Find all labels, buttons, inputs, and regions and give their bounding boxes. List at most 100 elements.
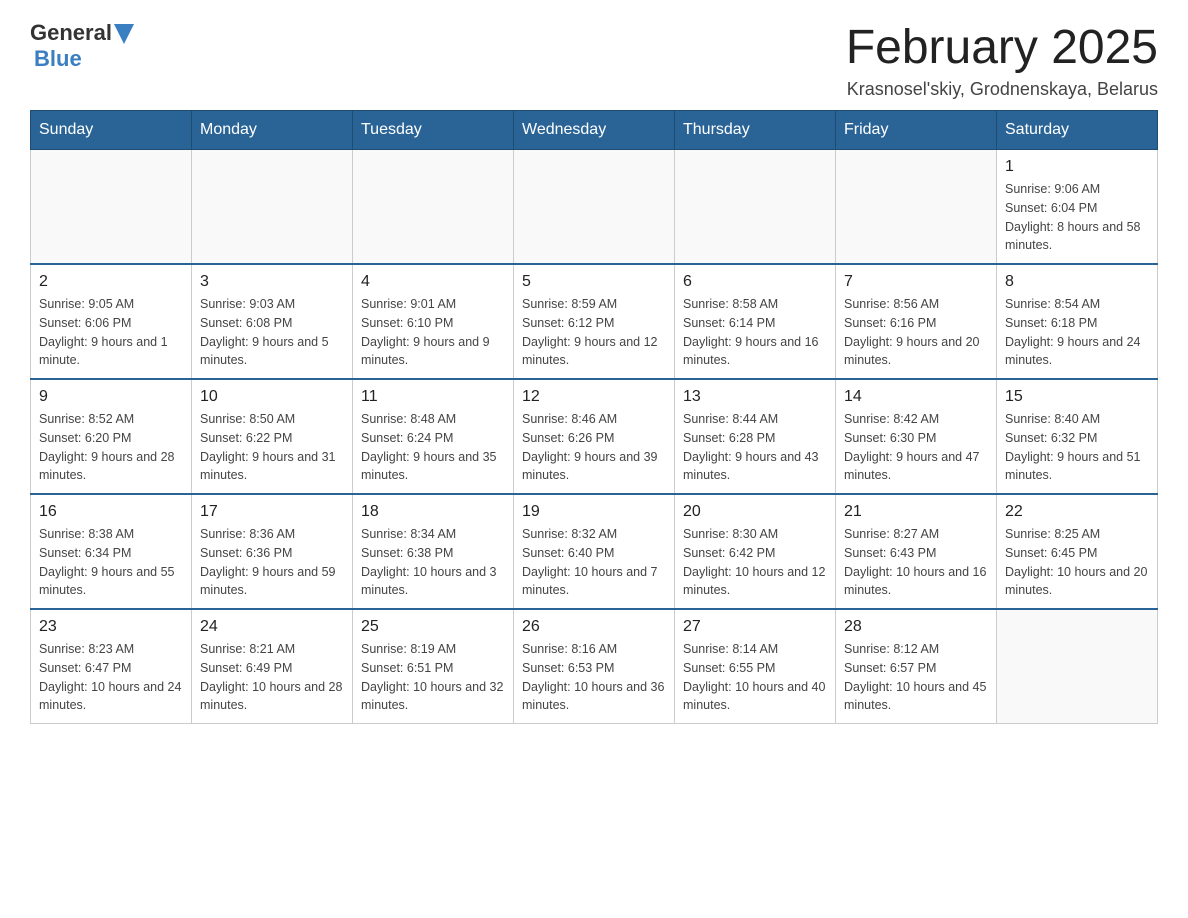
day-number: 25 <box>361 618 505 636</box>
calendar-day-cell: 25Sunrise: 8:19 AM Sunset: 6:51 PM Dayli… <box>353 609 514 724</box>
day-number: 11 <box>361 388 505 406</box>
calendar-day-cell: 18 Sunrise: 8:34 AM Sunset: 6:38 PM Dayli… <box>353 494 514 609</box>
calendar-day-cell <box>31 150 192 265</box>
day-info: Sunrise: 8:34 AM Sunset: 6:38 PM Dayligh… <box>361 525 505 600</box>
day-info: Sunrise: 8:50 AM Sunset: 6:22 PM Dayligh… <box>200 410 344 485</box>
day-number: 17 <box>200 503 344 521</box>
calendar-day-cell: 11 Sunrise: 8:48 AM Sunset: 6:24 PM Dayli… <box>353 379 514 494</box>
calendar-day-cell: 28 Sunrise: 8:12 AM Sunset: 6:57 PM Dayli… <box>836 609 997 724</box>
calendar-header-saturday: Saturday <box>997 111 1158 150</box>
logo-general-text: General <box>30 20 112 46</box>
calendar-table: SundayMondayTuesdayWednesdayThursdayFrid… <box>30 110 1158 724</box>
day-number: 12 <box>522 388 666 406</box>
day-info: Sunrise: 8:12 AM Sunset: 6:57 PM Dayligh… <box>844 640 988 715</box>
calendar-week-row: 1 Sunrise: 9:06 AM Sunset: 6:04 PM Daylig… <box>31 150 1158 265</box>
day-info: Sunrise: 9:01 AM Sunset: 6:10 PM Dayligh… <box>361 295 505 370</box>
day-number: 4 <box>361 273 505 291</box>
day-info: Sunrise: 8:52 AM Sunset: 6:20 PM Dayligh… <box>39 410 183 485</box>
logo: General Blue <box>30 20 134 72</box>
day-info: Sunrise: 8:58 AM Sunset: 6:14 PM Dayligh… <box>683 295 827 370</box>
logo-triangle-icon <box>114 24 134 44</box>
calendar-day-cell <box>192 150 353 265</box>
day-info: Sunrise: 8:16 AM Sunset: 6:53 PM Dayligh… <box>522 640 666 715</box>
day-number: 1 <box>1005 158 1149 176</box>
day-number: 7 <box>844 273 988 291</box>
calendar-day-cell: 9 Sunrise: 8:52 AM Sunset: 6:20 PM Daylig… <box>31 379 192 494</box>
day-number: 6 <box>683 273 827 291</box>
day-number: 21 <box>844 503 988 521</box>
day-info: Sunrise: 9:06 AM Sunset: 6:04 PM Dayligh… <box>1005 180 1149 255</box>
calendar-day-cell: 20 Sunrise: 8:30 AM Sunset: 6:42 PM Dayli… <box>675 494 836 609</box>
calendar-header-tuesday: Tuesday <box>353 111 514 150</box>
calendar-day-cell <box>514 150 675 265</box>
calendar-day-cell: 3Sunrise: 9:03 AM Sunset: 6:08 PM Daylig… <box>192 264 353 379</box>
day-info: Sunrise: 8:21 AM Sunset: 6:49 PM Dayligh… <box>200 640 344 715</box>
calendar-day-cell: 10 Sunrise: 8:50 AM Sunset: 6:22 PM Dayli… <box>192 379 353 494</box>
calendar-header-thursday: Thursday <box>675 111 836 150</box>
calendar-day-cell: 27 Sunrise: 8:14 AM Sunset: 6:55 PM Dayli… <box>675 609 836 724</box>
logo-blue-text: Blue <box>34 46 82 72</box>
calendar-day-cell: 8 Sunrise: 8:54 AM Sunset: 6:18 PM Daylig… <box>997 264 1158 379</box>
day-info: Sunrise: 8:38 AM Sunset: 6:34 PM Dayligh… <box>39 525 183 600</box>
calendar-header-row: SundayMondayTuesdayWednesdayThursdayFrid… <box>31 111 1158 150</box>
day-info: Sunrise: 8:14 AM Sunset: 6:55 PM Dayligh… <box>683 640 827 715</box>
day-info: Sunrise: 8:54 AM Sunset: 6:18 PM Dayligh… <box>1005 295 1149 370</box>
calendar-day-cell: 17 Sunrise: 8:36 AM Sunset: 6:36 PM Dayli… <box>192 494 353 609</box>
calendar-week-row: 23Sunrise: 8:23 AM Sunset: 6:47 PM Dayli… <box>31 609 1158 724</box>
day-info: Sunrise: 8:42 AM Sunset: 6:30 PM Dayligh… <box>844 410 988 485</box>
calendar-week-row: 2 Sunrise: 9:05 AM Sunset: 6:06 PM Daylig… <box>31 264 1158 379</box>
calendar-header-friday: Friday <box>836 111 997 150</box>
day-number: 24 <box>200 618 344 636</box>
calendar-day-cell: 13 Sunrise: 8:44 AM Sunset: 6:28 PM Dayli… <box>675 379 836 494</box>
calendar-day-cell: 12Sunrise: 8:46 AM Sunset: 6:26 PM Dayli… <box>514 379 675 494</box>
calendar-week-row: 16 Sunrise: 8:38 AM Sunset: 6:34 PM Dayli… <box>31 494 1158 609</box>
day-info: Sunrise: 8:56 AM Sunset: 6:16 PM Dayligh… <box>844 295 988 370</box>
page-header: General Blue February 2025 Krasnosel'ski… <box>30 20 1158 100</box>
title-section: February 2025 Krasnosel'skiy, Grodnenska… <box>846 20 1158 100</box>
calendar-day-cell: 26 Sunrise: 8:16 AM Sunset: 6:53 PM Dayli… <box>514 609 675 724</box>
day-info: Sunrise: 8:36 AM Sunset: 6:36 PM Dayligh… <box>200 525 344 600</box>
calendar-day-cell: 14Sunrise: 8:42 AM Sunset: 6:30 PM Dayli… <box>836 379 997 494</box>
calendar-day-cell <box>675 150 836 265</box>
day-number: 3 <box>200 273 344 291</box>
day-info: Sunrise: 8:59 AM Sunset: 6:12 PM Dayligh… <box>522 295 666 370</box>
calendar-day-cell <box>836 150 997 265</box>
calendar-week-row: 9 Sunrise: 8:52 AM Sunset: 6:20 PM Daylig… <box>31 379 1158 494</box>
day-info: Sunrise: 8:23 AM Sunset: 6:47 PM Dayligh… <box>39 640 183 715</box>
day-number: 19 <box>522 503 666 521</box>
day-number: 13 <box>683 388 827 406</box>
day-info: Sunrise: 8:40 AM Sunset: 6:32 PM Dayligh… <box>1005 410 1149 485</box>
calendar-day-cell: 5 Sunrise: 8:59 AM Sunset: 6:12 PM Daylig… <box>514 264 675 379</box>
calendar-day-cell <box>997 609 1158 724</box>
day-info: Sunrise: 8:27 AM Sunset: 6:43 PM Dayligh… <box>844 525 988 600</box>
day-number: 20 <box>683 503 827 521</box>
day-number: 9 <box>39 388 183 406</box>
day-info: Sunrise: 8:30 AM Sunset: 6:42 PM Dayligh… <box>683 525 827 600</box>
day-info: Sunrise: 9:05 AM Sunset: 6:06 PM Dayligh… <box>39 295 183 370</box>
day-info: Sunrise: 8:25 AM Sunset: 6:45 PM Dayligh… <box>1005 525 1149 600</box>
calendar-header-wednesday: Wednesday <box>514 111 675 150</box>
day-info: Sunrise: 8:32 AM Sunset: 6:40 PM Dayligh… <box>522 525 666 600</box>
day-number: 5 <box>522 273 666 291</box>
day-number: 2 <box>39 273 183 291</box>
day-info: Sunrise: 8:48 AM Sunset: 6:24 PM Dayligh… <box>361 410 505 485</box>
calendar-day-cell: 6 Sunrise: 8:58 AM Sunset: 6:14 PM Daylig… <box>675 264 836 379</box>
day-number: 10 <box>200 388 344 406</box>
calendar-day-cell: 22Sunrise: 8:25 AM Sunset: 6:45 PM Dayli… <box>997 494 1158 609</box>
day-number: 8 <box>1005 273 1149 291</box>
day-number: 27 <box>683 618 827 636</box>
calendar-day-cell: 7 Sunrise: 8:56 AM Sunset: 6:16 PM Daylig… <box>836 264 997 379</box>
location-subtitle: Krasnosel'skiy, Grodnenskaya, Belarus <box>846 79 1158 100</box>
day-number: 28 <box>844 618 988 636</box>
calendar-day-cell: 19 Sunrise: 8:32 AM Sunset: 6:40 PM Dayli… <box>514 494 675 609</box>
day-number: 16 <box>39 503 183 521</box>
day-info: Sunrise: 8:44 AM Sunset: 6:28 PM Dayligh… <box>683 410 827 485</box>
calendar-day-cell <box>353 150 514 265</box>
calendar-day-cell: 15 Sunrise: 8:40 AM Sunset: 6:32 PM Dayli… <box>997 379 1158 494</box>
day-number: 15 <box>1005 388 1149 406</box>
calendar-day-cell: 16 Sunrise: 8:38 AM Sunset: 6:34 PM Dayli… <box>31 494 192 609</box>
calendar-day-cell: 21 Sunrise: 8:27 AM Sunset: 6:43 PM Dayli… <box>836 494 997 609</box>
calendar-header-monday: Monday <box>192 111 353 150</box>
day-number: 18 <box>361 503 505 521</box>
day-number: 26 <box>522 618 666 636</box>
